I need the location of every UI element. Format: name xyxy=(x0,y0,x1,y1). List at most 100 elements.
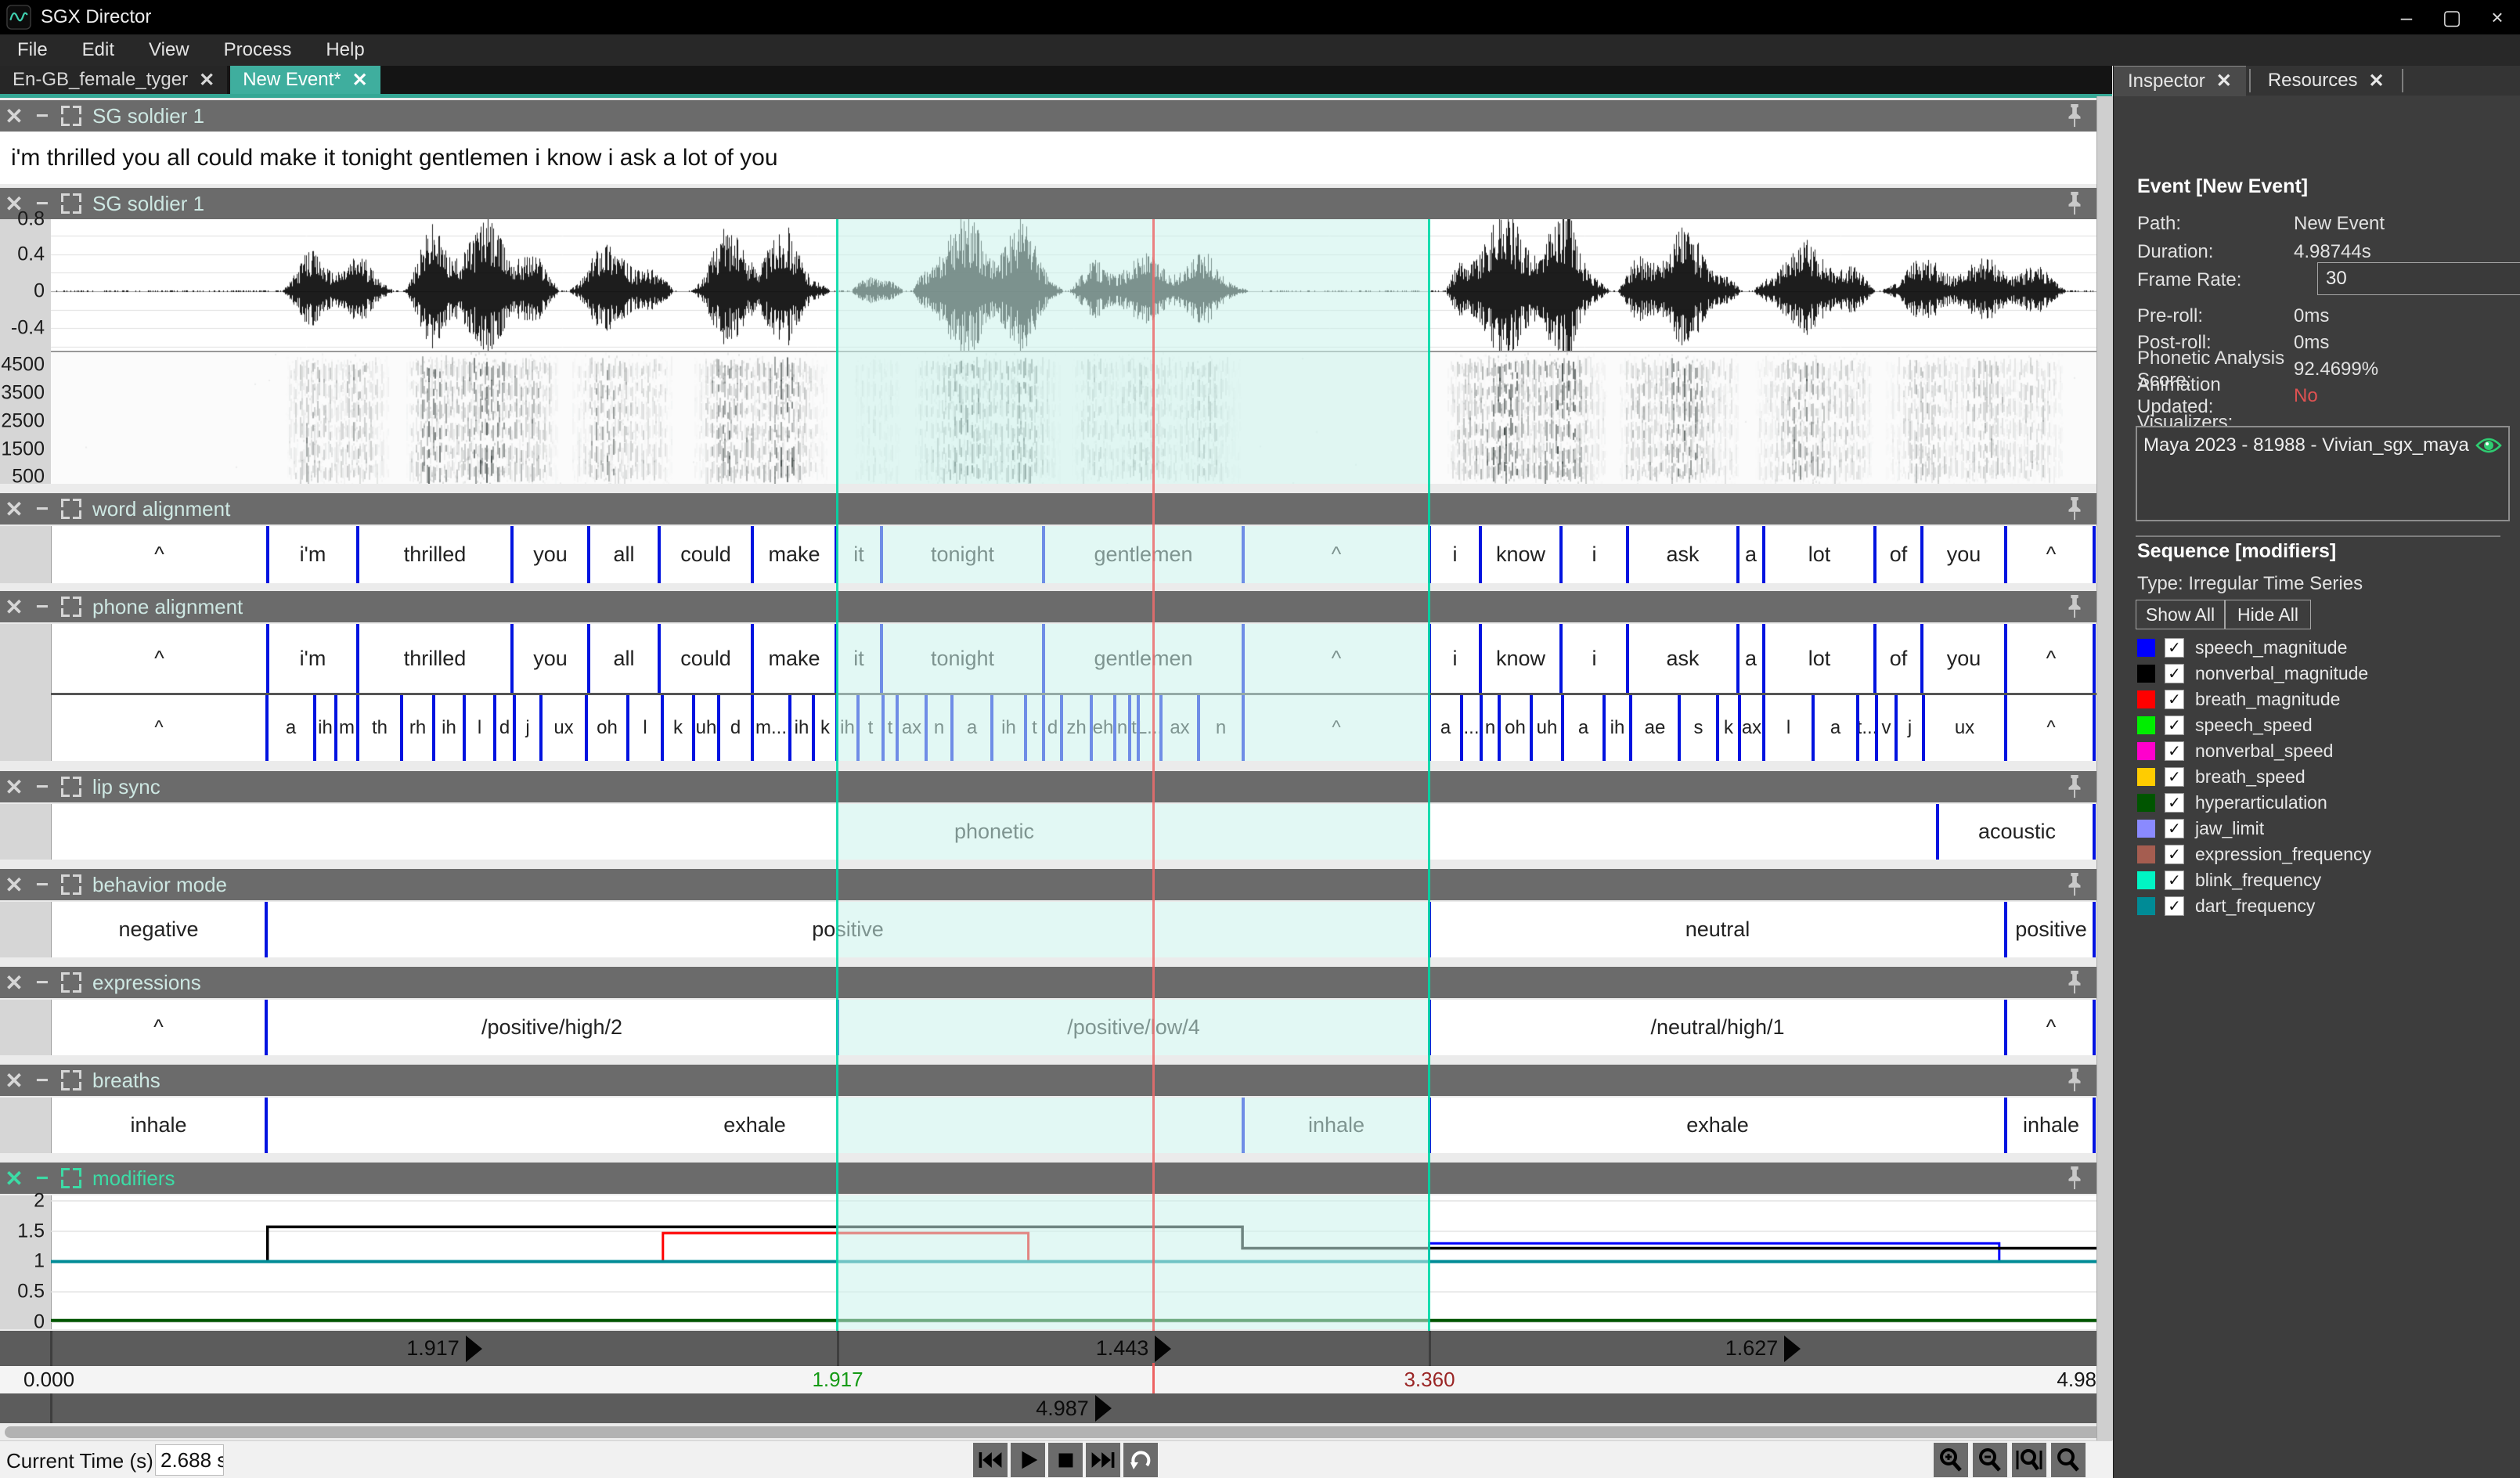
segment-cell[interactable]: ih xyxy=(992,695,1026,761)
segment-cell[interactable]: i xyxy=(1561,526,1628,583)
skip-to-start-button[interactable] xyxy=(973,1443,1008,1477)
segment-cell[interactable]: ^ xyxy=(2006,526,2096,583)
menu-item-process[interactable]: Process xyxy=(207,34,309,66)
segment-boundary[interactable] xyxy=(313,695,316,761)
segment-boundary[interactable] xyxy=(1428,1000,1431,1055)
segment-boundary[interactable] xyxy=(1479,624,1482,693)
segment-boundary[interactable] xyxy=(1602,695,1606,761)
segment-boundary[interactable] xyxy=(835,695,838,761)
segment-cell[interactable]: zh xyxy=(1062,695,1091,761)
segment-cell[interactable]: make xyxy=(752,624,836,693)
segment-cell[interactable]: l xyxy=(464,695,495,761)
track-minimize-icon[interactable]: − xyxy=(28,774,56,799)
track-expand-icon[interactable] xyxy=(61,1070,81,1090)
segment-boundary[interactable] xyxy=(1736,526,1739,583)
frame-rate-input[interactable]: 30 xyxy=(2317,262,2520,295)
track-content-modifiers[interactable]: 21.510.50 xyxy=(0,1195,2096,1329)
segment-boundary[interactable] xyxy=(1428,624,1431,693)
segment-boundary[interactable] xyxy=(265,1098,268,1153)
segment-boundary[interactable] xyxy=(1530,695,1533,761)
segment-cell[interactable]: d xyxy=(1044,695,1062,761)
segment-cell[interactable]: t xyxy=(858,695,883,761)
segment-cell[interactable]: m xyxy=(336,695,358,761)
segment-boundary[interactable] xyxy=(1197,695,1200,761)
segment-cell[interactable]: a xyxy=(1738,624,1764,693)
segment-cell[interactable]: ax xyxy=(897,695,926,761)
segment-cell[interactable]: L... xyxy=(1138,695,1161,761)
segment-boundary[interactable] xyxy=(2004,902,2007,957)
segment-cell[interactable]: ^ xyxy=(2006,624,2096,693)
segment-cell[interactable]: lot xyxy=(1764,624,1875,693)
segment-boundary[interactable] xyxy=(1428,695,1431,761)
track-content-expressions[interactable]: ^/positive/high/2/positive/low/4/neutral… xyxy=(0,1000,2096,1055)
track-content-transcript[interactable]: i'm thrilled you all could make it tonig… xyxy=(0,132,2096,184)
track-expand-icon[interactable] xyxy=(61,597,81,617)
segment-boundary[interactable] xyxy=(1428,902,1431,957)
loop-button[interactable] xyxy=(1123,1443,1158,1477)
tab-close-icon[interactable]: ✕ xyxy=(2216,70,2232,92)
track-content-word_alignment[interactable]: ^i'mthrilledyouallcouldmakeittonightgent… xyxy=(0,526,2096,583)
segment-boundary[interactable] xyxy=(1895,695,1898,761)
segment-boundary[interactable] xyxy=(1629,695,1632,761)
zoom-in-button[interactable] xyxy=(1934,1443,1968,1477)
segment-boundary[interactable] xyxy=(1873,624,1876,693)
track-content-phone_alignment[interactable]: ^i'mthrilledyouallcouldmakeittonightgent… xyxy=(0,624,2096,761)
vertical-scrollbar[interactable] xyxy=(2096,96,2113,1440)
segment-boundary[interactable] xyxy=(626,695,629,761)
segment-cell[interactable]: k xyxy=(813,695,837,761)
segment-cell[interactable]: could xyxy=(659,624,752,693)
legend-checkbox[interactable]: ✓ xyxy=(2165,845,2184,864)
menu-item-file[interactable]: File xyxy=(0,34,65,66)
segment-cell[interactable]: ih xyxy=(315,695,336,761)
segment-boundary[interactable] xyxy=(880,526,883,583)
segment-duration-label[interactable]: 1.627 xyxy=(1429,1331,2096,1366)
segment-cell[interactable]: ax xyxy=(1739,695,1764,761)
segment-cell[interactable]: positive xyxy=(266,902,1429,957)
segment-play-icon[interactable] xyxy=(466,1336,482,1362)
segment-boundary[interactable] xyxy=(493,695,496,761)
segment-boundary[interactable] xyxy=(1678,695,1681,761)
legend-checkbox[interactable]: ✓ xyxy=(2165,871,2184,890)
track-minimize-icon[interactable]: − xyxy=(28,872,56,897)
menu-item-help[interactable]: Help xyxy=(308,34,381,66)
segment-boundary[interactable] xyxy=(266,526,269,583)
segment-boundary[interactable] xyxy=(661,695,664,761)
track-expand-icon[interactable] xyxy=(61,874,81,895)
track-minimize-icon[interactable]: − xyxy=(28,496,56,521)
segment-cell[interactable]: ih xyxy=(790,695,813,761)
segment-boundary[interactable] xyxy=(1812,695,1815,761)
segment-cell[interactable]: j xyxy=(514,695,541,761)
segment-boundary[interactable] xyxy=(658,624,661,693)
segment-cell[interactable]: tonight xyxy=(881,624,1044,693)
segment-cell[interactable]: oh xyxy=(1499,695,1531,761)
segment-boundary[interactable] xyxy=(856,695,860,761)
track-content-behavior_mode[interactable]: negativepositiveneutralpositive xyxy=(0,902,2096,957)
segment-cell[interactable]: n xyxy=(1481,695,1499,761)
segment-boundary[interactable] xyxy=(1242,526,1245,583)
track-expand-icon[interactable] xyxy=(61,1168,81,1188)
segment-cell[interactable]: could xyxy=(659,526,752,583)
segment-cell[interactable]: ux xyxy=(1923,695,2006,761)
segment-cell[interactable]: phonetic xyxy=(51,804,1938,860)
tab-close-icon[interactable]: ✕ xyxy=(352,69,368,92)
segment-cell[interactable]: it xyxy=(836,526,881,583)
panel-tab-resources[interactable]: Resources✕ xyxy=(2254,66,2399,96)
segment-boundary[interactable] xyxy=(751,695,754,761)
segment-boundary[interactable] xyxy=(1559,624,1563,693)
segment-cell[interactable]: d xyxy=(719,695,752,761)
visualizer-row[interactable]: Maya 2023 - 81988 - Vivian_sgx_maya xyxy=(2143,432,2502,459)
skip-to-end-button[interactable] xyxy=(1086,1443,1120,1477)
segment-cell[interactable]: a xyxy=(1738,526,1764,583)
segment-boundary[interactable] xyxy=(1716,695,1719,761)
segment-cell[interactable]: ^ xyxy=(1243,526,1429,583)
segment-boundary[interactable] xyxy=(836,1000,839,1055)
segment-boundary[interactable] xyxy=(925,695,928,761)
maximize-window-icon[interactable]: ▢ xyxy=(2429,0,2475,34)
track-close-icon[interactable]: ✕ xyxy=(0,103,28,129)
segment-boundary[interactable] xyxy=(1856,695,1859,761)
modifiers-plot[interactable] xyxy=(51,1195,2096,1329)
segment-boundary[interactable] xyxy=(2004,1098,2007,1153)
document-tab[interactable]: En-GB_female_tyger✕ xyxy=(0,66,227,94)
full-duration-bar[interactable]: 4.987 xyxy=(0,1393,2096,1423)
segment-boundary[interactable] xyxy=(1626,624,1629,693)
